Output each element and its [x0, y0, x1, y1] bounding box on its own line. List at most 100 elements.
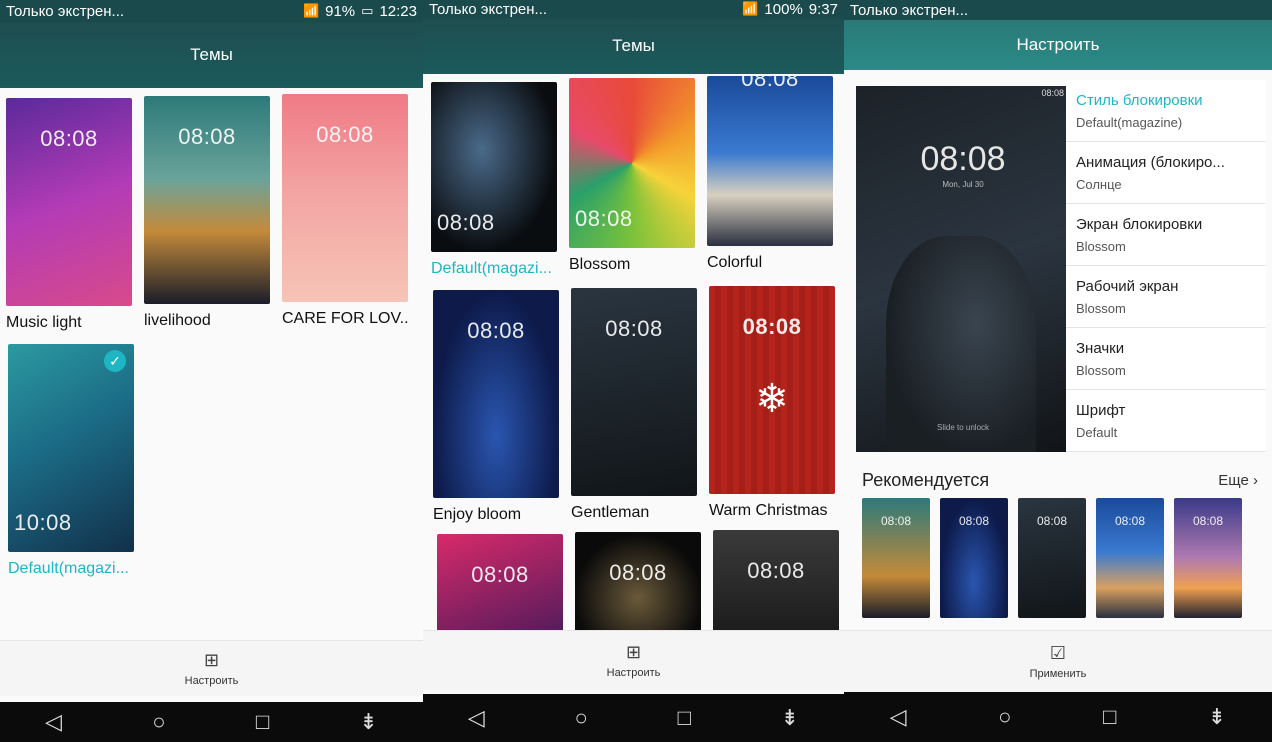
- lockscreen-preview: 08:08 08:08 Mon, Jul 30 Slide to unlock: [856, 86, 1070, 452]
- customize-icon: ⊞: [625, 642, 642, 662]
- theme-tile[interactable]: 08:08: [437, 534, 563, 644]
- theme-name: Enjoy bloom: [433, 506, 522, 523]
- theme-thumbnail: 08:08: [6, 98, 132, 306]
- theme-name: CARE FOR LOV...: [282, 310, 408, 327]
- snowflake-icon: ❄: [755, 377, 789, 421]
- apply-label: Применить: [1029, 668, 1087, 680]
- setting-lock-screen[interactable]: Экран блокировки Blossom: [1066, 204, 1266, 266]
- theme-tile-colorful[interactable]: 08:08 Colorful: [707, 76, 833, 272]
- theme-thumbnail: 08:08: [282, 94, 408, 302]
- customize-panel: Только экстрен... Настроить 08:08 08:08 …: [844, 0, 1272, 742]
- theme-tile-care-for-love[interactable]: 08:08 CARE FOR LOV...: [282, 94, 408, 328]
- customize-settings-list: Стиль блокировки Default(magazine) Анима…: [1066, 80, 1266, 452]
- status-bar: Только экстрен... 📶 100% 9:37: [423, 0, 844, 18]
- recents-icon[interactable]: □: [1103, 704, 1116, 730]
- chevron-right-icon: ›: [1253, 472, 1258, 489]
- theme-tile-music-light[interactable]: 08:08 Music light: [6, 98, 132, 332]
- navigation-bar: ◁ ○ □ ⇟: [844, 692, 1272, 742]
- carrier-text: Только экстрен...: [850, 1, 969, 19]
- page-title: Настроить: [844, 20, 1272, 70]
- navigation-bar: ◁ ○ □ ⇟: [423, 694, 844, 742]
- themes-panel-1: Только экстрен... 📶 91% ▭ 12:23 Темы 08:…: [0, 0, 423, 742]
- back-icon[interactable]: ◁: [468, 705, 485, 731]
- battery-percent: 91%: [325, 2, 356, 20]
- apply-button[interactable]: ☑ Применить: [844, 630, 1272, 692]
- theme-thumbnail: 08:08: [569, 78, 695, 248]
- theme-tile-gentleman[interactable]: 08:08 Gentleman: [571, 288, 697, 522]
- back-icon[interactable]: ◁: [45, 709, 62, 735]
- theme-thumbnail: 08:08: [144, 96, 270, 304]
- recommended-more-link[interactable]: Еще ›: [1218, 472, 1258, 489]
- setting-icons[interactable]: Значки Blossom: [1066, 328, 1266, 390]
- themes-panel-2: Только экстрен... 📶 100% 9:37 Темы 08:08…: [423, 0, 844, 742]
- page-title: Темы: [0, 22, 423, 88]
- theme-thumbnail: 08:08: [437, 534, 563, 644]
- notification-pull-icon[interactable]: ⇟: [1208, 704, 1226, 730]
- clock-text: 12:23: [379, 2, 417, 20]
- customize-icon: ⊞: [203, 650, 220, 670]
- recommended-theme[interactable]: 08:08: [1174, 498, 1242, 618]
- customize-label: Настроить: [184, 675, 239, 687]
- theme-thumbnail: 08:08: [571, 288, 697, 496]
- theme-tile-warm-christmas[interactable]: 08:08 ❄ Warm Christmas: [709, 286, 835, 520]
- theme-thumbnail: 08:08: [431, 82, 557, 252]
- recents-icon[interactable]: □: [678, 705, 691, 731]
- theme-tile-livelihood[interactable]: 08:08 livelihood: [144, 96, 270, 330]
- theme-name: Music light: [6, 314, 82, 331]
- checkbox-icon: ☑: [1049, 643, 1067, 663]
- back-icon[interactable]: ◁: [890, 704, 907, 730]
- preview-date: Mon, Jul 30: [942, 180, 984, 189]
- wifi-icon: 📶: [302, 3, 320, 18]
- theme-tile-default-magazine[interactable]: 08:08 Default(magazi...: [431, 82, 557, 278]
- theme-tile[interactable]: 08:08: [575, 532, 701, 642]
- theme-grid: 08:08 Music light 08:08 livelihood 08:08…: [0, 92, 423, 642]
- customize-button[interactable]: ⊞ Настроить: [0, 640, 423, 696]
- theme-tile-blossom[interactable]: 08:08 Blossom: [569, 78, 695, 274]
- recommended-theme[interactable]: 08:08: [862, 498, 930, 618]
- recommended-theme[interactable]: 08:08: [1018, 498, 1086, 618]
- setting-lock-animation[interactable]: Анимация (блокиро... Солнце: [1066, 142, 1266, 204]
- home-icon[interactable]: ○: [998, 704, 1011, 730]
- theme-thumbnail: 08:08: [575, 532, 701, 642]
- wifi-icon: 📶: [742, 1, 759, 16]
- home-icon[interactable]: ○: [575, 705, 588, 731]
- setting-home-screen[interactable]: Рабочий экран Blossom: [1066, 266, 1266, 328]
- recommended-theme[interactable]: 08:08: [940, 498, 1008, 618]
- theme-name: Colorful: [707, 254, 763, 271]
- preview-wallpaper: [886, 236, 1036, 452]
- status-bar: Только экстрен... 📶 91% ▭ 12:23: [0, 0, 423, 22]
- page-title: Темы: [423, 18, 844, 74]
- theme-tile-enjoy-bloom[interactable]: 08:08 Enjoy bloom: [433, 290, 559, 524]
- theme-thumbnail: 08:08 ❄: [709, 286, 835, 494]
- setting-lock-style[interactable]: Стиль блокировки Default(magazine): [1066, 80, 1266, 142]
- setting-font[interactable]: Шрифт Default: [1066, 390, 1266, 452]
- theme-thumbnail: 08:08: [707, 76, 833, 246]
- battery-icon: ▭: [361, 3, 374, 18]
- navigation-bar: ◁ ○ □ ⇟: [0, 702, 423, 742]
- recommended-theme[interactable]: 08:08: [1096, 498, 1164, 618]
- theme-name: Default(magazi...: [8, 560, 129, 577]
- theme-name: Gentleman: [571, 504, 650, 521]
- battery-percent: 100%: [764, 0, 803, 18]
- theme-tile[interactable]: 08:08: [713, 530, 839, 640]
- theme-name: Default(magazi...: [431, 260, 552, 277]
- selected-check-icon: ✓: [104, 350, 126, 372]
- notification-pull-icon[interactable]: ⇟: [781, 705, 799, 731]
- theme-grid: 08:08 Default(magazi... 08:08 Blossom 08…: [423, 76, 844, 644]
- theme-name: Blossom: [569, 256, 631, 273]
- preview-clock: 08:08: [920, 140, 1006, 178]
- preview-unlock-hint: Slide to unlock: [936, 423, 990, 432]
- carrier-text: Только экстрен...: [6, 2, 125, 20]
- recommended-title: Рекомендуется: [862, 470, 990, 490]
- theme-tile-default-magazine[interactable]: 10:08 ✓ Default(magazi...: [8, 344, 134, 578]
- customize-label: Настроить: [606, 667, 661, 679]
- recents-icon[interactable]: □: [256, 709, 269, 735]
- theme-thumbnail: 10:08 ✓: [8, 344, 134, 552]
- customize-button[interactable]: ⊞ Настроить: [423, 630, 844, 690]
- preview-status-time: 08:08: [1041, 88, 1064, 98]
- recommended-header: Рекомендуется Еще ›: [862, 470, 1258, 491]
- notification-pull-icon[interactable]: ⇟: [359, 709, 377, 735]
- status-bar: Только экстрен...: [844, 0, 1272, 20]
- home-icon[interactable]: ○: [152, 709, 165, 735]
- clock-text: 9:37: [808, 0, 838, 18]
